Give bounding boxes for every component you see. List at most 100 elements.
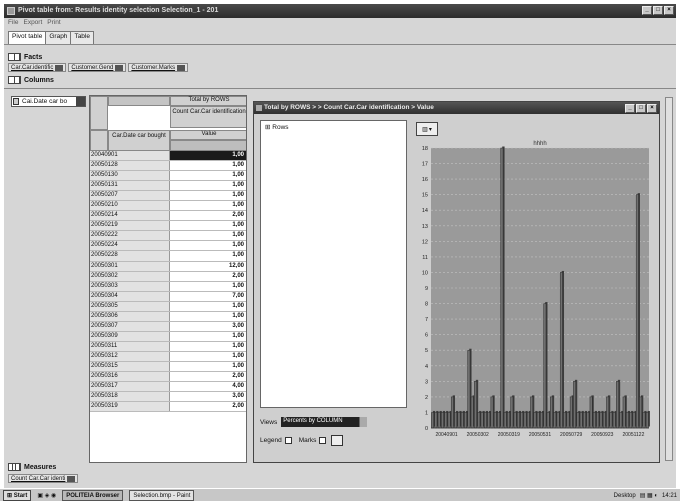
table-row[interactable]: 20050311 1,00 [90, 341, 246, 352]
maximize-button[interactable]: □ [653, 6, 663, 15]
table-row[interactable]: 20050224 1,00 [90, 241, 246, 252]
chart-minimize-button[interactable]: _ [625, 104, 635, 113]
table-row[interactable]: 20050309 1,00 [90, 331, 246, 342]
vertical-scrollbar[interactable] [665, 97, 673, 461]
views-select[interactable]: Percents by COLUMN [281, 417, 368, 427]
table-row[interactable]: 20050307 3,00 [90, 321, 246, 332]
date-header[interactable]: Car.Date car bought [108, 130, 170, 151]
row-value[interactable]: 1,00 [170, 251, 246, 260]
tab-table[interactable]: Table [70, 31, 94, 44]
row-value[interactable]: 2,00 [170, 211, 246, 220]
row-value[interactable]: 1,00 [170, 332, 246, 341]
table-row[interactable]: 20050222 1,00 [90, 231, 246, 242]
task-paint[interactable]: Selection.bmp - Paint [129, 489, 195, 501]
row-value[interactable]: 1,00 [170, 282, 246, 291]
chart-close-button[interactable]: × [647, 104, 657, 113]
chip-dropdown-icon[interactable] [177, 64, 186, 71]
row-value[interactable]: 1,00 [170, 171, 246, 180]
table-row[interactable]: 20050312 1,00 [90, 351, 246, 362]
quicklaunch-icons[interactable]: ▣ ◈ ◉ [37, 492, 56, 499]
row-value[interactable]: 1,00 [170, 201, 246, 210]
section-toggle-icon[interactable] [8, 463, 21, 471]
chart-maximize-button[interactable]: □ [636, 104, 646, 113]
row-value[interactable]: 3,00 [170, 322, 246, 331]
row-value[interactable]: 1,00 [170, 231, 246, 240]
row-value[interactable]: 1,00 [170, 302, 246, 311]
chip-dropdown-icon[interactable] [67, 475, 76, 482]
row-value[interactable]: 3,00 [170, 392, 246, 401]
print-icon[interactable] [331, 435, 344, 446]
tree-root-rows[interactable]: Rows [272, 124, 288, 131]
table-row[interactable]: 20050131 1,00 [90, 181, 246, 192]
row-value[interactable]: 2,00 [170, 372, 246, 381]
table-row[interactable]: 20050317 4,00 [90, 382, 246, 393]
chevron-down-icon[interactable] [76, 97, 85, 106]
table-row[interactable]: 20050305 1,00 [90, 301, 246, 312]
table-row[interactable]: 20040901 1,00 [90, 151, 246, 162]
row-value[interactable]: 2,00 [170, 272, 246, 281]
chip-car-identification[interactable]: Car.Car.identific [8, 63, 67, 72]
table-row[interactable]: 20050210 1,00 [90, 201, 246, 212]
chip-count-car-identification[interactable]: Count Car.Car identi [8, 474, 79, 483]
marks-checkbox[interactable] [319, 437, 327, 444]
menu-export[interactable]: Export [23, 19, 42, 29]
row-value[interactable]: 1,00 [170, 151, 246, 161]
table-row[interactable]: 20050316 2,00 [90, 372, 246, 383]
section-toggle-icon[interactable] [8, 53, 21, 61]
table-row[interactable]: 20050130 1,00 [90, 171, 246, 182]
row-value[interactable]: 1,00 [170, 221, 246, 230]
table-row[interactable]: 20050302 2,00 [90, 271, 246, 282]
row-value[interactable]: 4,00 [170, 382, 246, 391]
tab-pivot-table[interactable]: Pivot table [8, 31, 47, 45]
chip-dropdown-icon[interactable] [115, 64, 124, 71]
row-value[interactable]: 1,00 [170, 241, 246, 250]
table-row[interactable]: 20050219 1,00 [90, 221, 246, 232]
row-value[interactable]: 1,00 [170, 352, 246, 361]
start-button[interactable]: ⊞ Start [3, 489, 32, 501]
legend-checkbox[interactable] [284, 437, 292, 444]
chip-customer-gender[interactable]: Customer.Gend [68, 63, 127, 72]
sort-icon[interactable] [90, 130, 108, 151]
table-row[interactable]: 20050207 1,00 [90, 191, 246, 202]
table-row[interactable]: 20050228 1,00 [90, 251, 246, 262]
table-row[interactable]: 20050304 7,00 [90, 291, 246, 302]
row-value[interactable]: 2,00 [170, 402, 246, 411]
row-value[interactable]: 1,00 [170, 191, 246, 200]
row-value[interactable]: 1,00 [170, 362, 246, 371]
task-politeia-browser[interactable]: POLITEIA Browser [62, 489, 124, 501]
row-value[interactable]: 12,00 [170, 262, 246, 271]
table-row[interactable]: 20050319 2,00 [90, 402, 246, 413]
row-value[interactable]: 7,00 [170, 292, 246, 301]
close-button[interactable]: × [664, 6, 674, 15]
section-toggle-icon[interactable] [8, 76, 21, 84]
row-value[interactable]: 1,00 [170, 181, 246, 190]
row-value[interactable]: 1,00 [170, 312, 246, 321]
row-value[interactable]: 1,00 [170, 342, 246, 351]
chip-dropdown-icon[interactable] [55, 64, 64, 71]
expand-icon[interactable]: ⊞ [265, 124, 270, 131]
menu-file[interactable]: File [8, 19, 18, 29]
row-value[interactable]: 1,00 [170, 161, 246, 170]
table-row[interactable]: 20050315 1,00 [90, 361, 246, 373]
chevron-down-icon[interactable] [359, 417, 368, 427]
value-header[interactable]: Value [170, 130, 246, 140]
bar [497, 412, 501, 429]
chart-type-button[interactable]: ▥ ▾ [416, 122, 438, 136]
tab-graph[interactable]: Graph [45, 31, 72, 44]
menu-print[interactable]: Print [47, 19, 60, 29]
table-row[interactable]: 20050306 1,00 [90, 311, 246, 322]
rows-dimension-select[interactable]: Cai.Date car bo [11, 96, 86, 107]
table-row[interactable]: 20050301 12,00 [90, 261, 246, 272]
table-row[interactable]: 20050128 1,00 [90, 161, 246, 172]
desktop-toolbar[interactable]: Desktop [614, 493, 636, 499]
row-date: 20050316 [90, 372, 170, 382]
minimize-button[interactable]: _ [642, 6, 652, 15]
tray-icons[interactable]: ▤ ▦ ◐ [640, 492, 658, 499]
grid-corner-icon[interactable] [90, 96, 108, 130]
table-row[interactable]: 20050318 3,00 [90, 392, 246, 403]
table-row[interactable]: 20050214 2,00 [90, 211, 246, 222]
chip-customer-marks[interactable]: Customer.Marks [128, 63, 189, 72]
table-row[interactable]: 20050303 1,00 [90, 281, 246, 292]
rotate-icon[interactable] [13, 98, 19, 105]
x-tick-label: 20051122 [622, 432, 644, 438]
